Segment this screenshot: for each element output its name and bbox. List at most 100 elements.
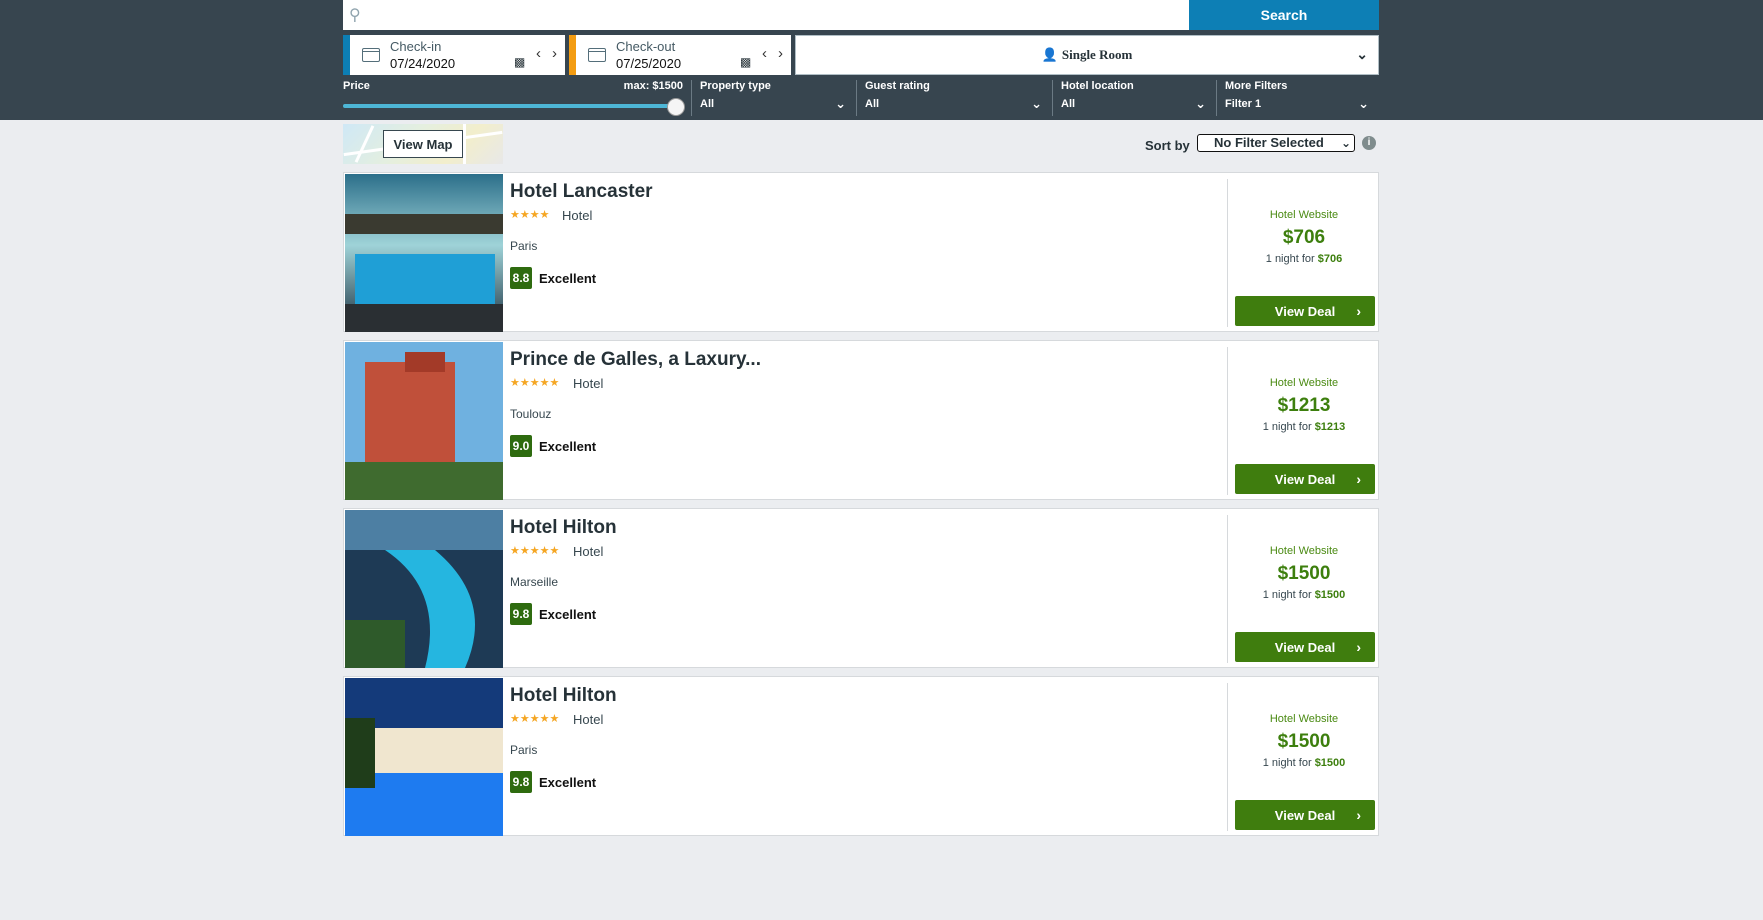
checkin-value[interactable]: 07/24/2020 xyxy=(390,56,455,71)
hotel-photo[interactable] xyxy=(345,342,503,500)
hotel-card: Hotel Hilton ★★★★★ Hotel Marseille 9.8 E… xyxy=(343,508,1379,668)
chevron-down-icon: ⌄ xyxy=(835,96,846,111)
night-price: $1500 xyxy=(1314,757,1346,769)
property-type-filter[interactable]: Property type All ⌄ xyxy=(691,80,856,116)
star-rating: ★★★★ xyxy=(510,209,550,221)
dates-row: Check-in 07/24/2020 ▩ ‹ › Check-out 07/2… xyxy=(343,35,1379,75)
hotel-card: Hotel Lancaster ★★★★ Hotel Paris 8.8 Exc… xyxy=(343,172,1379,332)
map-road xyxy=(463,124,466,164)
hotel-name[interactable]: Hotel Lancaster xyxy=(510,181,653,203)
property-type: Hotel xyxy=(573,376,604,391)
hotel-location-filter[interactable]: Hotel location All ⌄ xyxy=(1052,80,1216,116)
room-value: Single Room xyxy=(1061,47,1133,62)
search-input[interactable] xyxy=(371,1,1189,29)
guest-score-badge: 9.8 xyxy=(510,603,532,625)
hotel-card: Hotel Hilton ★★★★★ Hotel Paris 9.8 Excel… xyxy=(343,676,1379,836)
property-type: Hotel xyxy=(573,544,604,559)
rating-text: Excellent xyxy=(539,271,597,286)
more-filters-label: More Filters xyxy=(1225,80,1288,92)
checkout-label: Check-out xyxy=(616,39,676,54)
view-deal-button[interactable]: View Deal › xyxy=(1235,800,1375,830)
night-price-text: 1 night for $1213 xyxy=(1228,421,1380,433)
calendar-icon xyxy=(588,48,606,62)
price-value: $1213 xyxy=(1277,395,1331,416)
checkout-value[interactable]: 07/25/2020 xyxy=(616,56,681,71)
night-prefix: 1 night for xyxy=(1262,589,1315,601)
property-type-value: All xyxy=(700,98,715,110)
guest-score-badge: 8.8 xyxy=(510,267,532,289)
price-value: $706 xyxy=(1282,227,1326,248)
chevron-down-icon: ⌄ xyxy=(1195,96,1206,111)
rating-text: Excellent xyxy=(539,775,597,790)
guest-score-badge: 9.0 xyxy=(510,435,532,457)
room-select[interactable]: 👤 Single Room ⌄ xyxy=(795,35,1379,75)
price-value: $1500 xyxy=(1277,563,1331,584)
prev-date-icon[interactable]: ‹ xyxy=(762,45,767,62)
search-icon: ⚲ xyxy=(349,7,361,24)
night-prefix: 1 night for xyxy=(1265,253,1318,265)
hotel-city: Paris xyxy=(510,743,538,757)
hotel-name[interactable]: Prince de Galles, a Laxury... xyxy=(510,349,761,371)
view-deal-label: View Deal xyxy=(1274,639,1336,655)
hotel-location-label: Hotel location xyxy=(1061,80,1134,92)
view-deal-button[interactable]: View Deal › xyxy=(1235,464,1375,494)
night-prefix: 1 night for xyxy=(1262,421,1315,433)
price-max-label: max: $1500 xyxy=(623,80,683,92)
night-price-text: 1 night for $1500 xyxy=(1228,589,1380,601)
night-price-text: 1 night for $1500 xyxy=(1228,757,1380,769)
view-map-button[interactable]: View Map xyxy=(383,130,463,158)
more-filters[interactable]: More Filters Filter 1 ⌄ xyxy=(1216,80,1379,116)
hotel-location-value: All xyxy=(1061,98,1076,110)
sort-value: No Filter Selected xyxy=(1214,135,1324,150)
rating-text: Excellent xyxy=(539,607,597,622)
date-picker-icon[interactable]: ▩ xyxy=(514,55,525,69)
map-thumbnail[interactable]: View Map xyxy=(343,124,503,164)
hotel-name[interactable]: Hotel Hilton xyxy=(510,517,617,539)
view-deal-label: View Deal xyxy=(1274,471,1336,487)
price-filter: Price max: $1500 xyxy=(343,80,685,116)
next-date-icon[interactable]: › xyxy=(552,45,557,62)
checkin-field[interactable]: Check-in 07/24/2020 ▩ ‹ › xyxy=(343,35,565,75)
hotel-photo[interactable] xyxy=(345,510,503,668)
chevron-down-icon: ⌄ xyxy=(1031,96,1042,111)
calendar-icon xyxy=(362,48,380,62)
night-price-text: 1 night for $706 xyxy=(1228,253,1380,265)
hotel-photo[interactable] xyxy=(345,174,503,332)
price-label: Price xyxy=(343,80,370,92)
hotel-city: Paris xyxy=(510,239,538,253)
search-row: ⚲ Search xyxy=(343,0,1379,30)
sort-row: View Map Sort by No Filter Selected ⌄ i xyxy=(343,124,1379,164)
chevron-right-icon: › xyxy=(1356,303,1361,319)
info-icon[interactable]: i xyxy=(1362,136,1376,150)
hotel-website-label: Hotel Website xyxy=(1269,545,1339,557)
more-filters-value: Filter 1 xyxy=(1225,98,1262,110)
price-slider-handle[interactable] xyxy=(667,98,685,116)
view-deal-label: View Deal xyxy=(1274,303,1336,319)
sort-select[interactable]: No Filter Selected ⌄ xyxy=(1197,134,1355,152)
hotel-website-label: Hotel Website xyxy=(1269,377,1339,389)
view-deal-button[interactable]: View Deal › xyxy=(1235,632,1375,662)
price-value: $1500 xyxy=(1277,731,1331,752)
night-prefix: 1 night for xyxy=(1262,757,1315,769)
property-type-label: Property type xyxy=(700,80,771,92)
checkin-label: Check-in xyxy=(390,39,442,54)
view-deal-label: View Deal xyxy=(1274,807,1336,823)
date-picker-icon[interactable]: ▩ xyxy=(740,55,751,69)
price-slider-track[interactable] xyxy=(343,104,679,108)
hotel-name[interactable]: Hotel Hilton xyxy=(510,685,617,707)
guest-rating-filter[interactable]: Guest rating All ⌄ xyxy=(856,80,1052,116)
hotel-photo[interactable] xyxy=(345,678,503,836)
prev-date-icon[interactable]: ‹ xyxy=(536,45,541,62)
view-deal-button[interactable]: View Deal › xyxy=(1235,296,1375,326)
star-rating: ★★★★★ xyxy=(510,545,560,557)
hotel-card: Prince de Galles, a Laxury... ★★★★★ Hote… xyxy=(343,340,1379,500)
search-button[interactable]: Search xyxy=(1189,0,1379,30)
night-price: $1500 xyxy=(1314,589,1346,601)
property-type: Hotel xyxy=(562,208,593,223)
night-price: $706 xyxy=(1317,253,1343,265)
guest-score-badge: 9.8 xyxy=(510,771,532,793)
chevron-right-icon: › xyxy=(1356,471,1361,487)
checkout-field[interactable]: Check-out 07/25/2020 ▩ ‹ › xyxy=(569,35,791,75)
hotel-website-label: Hotel Website xyxy=(1269,713,1339,725)
next-date-icon[interactable]: › xyxy=(778,45,783,62)
